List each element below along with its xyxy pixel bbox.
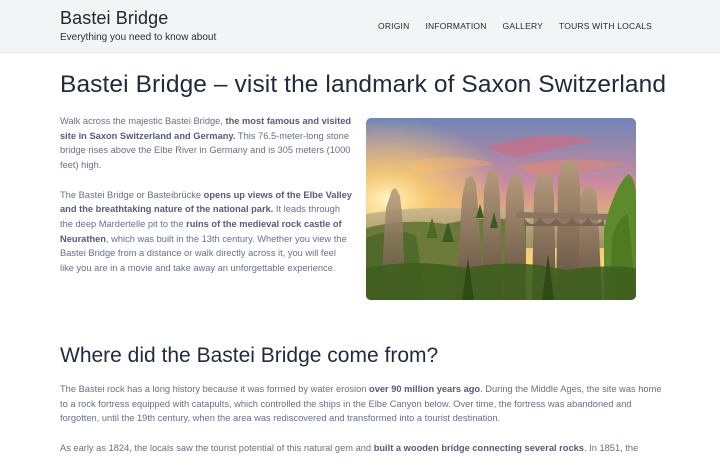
text-run: . In 1851, the bbox=[583, 442, 639, 453]
intro-paragraph-2: The Bastei Bridge or Basteibrücke opens … bbox=[60, 188, 352, 276]
intro-text: Walk across the majestic Bastei Bridge, … bbox=[60, 114, 352, 290]
page-title: Bastei Bridge – visit the landmark of Sa… bbox=[60, 71, 667, 98]
bastei-bridge-photo bbox=[366, 118, 636, 300]
nav-tours-with-locals[interactable]: TOURS WITH LOCALS bbox=[559, 21, 652, 31]
origin-text: The Bastei rock has a long history becau… bbox=[60, 382, 664, 470]
site-header: Bastei Bridge Everything you need to kno… bbox=[0, 0, 720, 53]
text-run: The Bastei rock has a long history becau… bbox=[60, 384, 370, 394]
site-title-link[interactable]: Bastei Bridge bbox=[60, 8, 168, 29]
intro-paragraph-1: Walk across the majestic Bastei Bridge, … bbox=[60, 114, 352, 173]
nav-information[interactable]: INFORMATION bbox=[425, 21, 486, 31]
site-tagline: Everything you need to know about bbox=[60, 32, 217, 43]
text-bold: built a wooden bridge connecting several… bbox=[373, 442, 584, 453]
text-run: The Bastei Bridge or Basteibrücke bbox=[60, 189, 204, 200]
text-run: Walk across the majestic Bastei Bridge, bbox=[60, 116, 226, 126]
section-heading-origin: Where did the Bastei Bridge come from? bbox=[60, 344, 439, 367]
nav-origin[interactable]: ORIGIN bbox=[378, 21, 409, 31]
text-run: As early as 1824, the locals saw the tou… bbox=[60, 442, 374, 453]
landscape-illustration bbox=[366, 118, 636, 300]
origin-paragraph-2: As early as 1824, the locals saw the tou… bbox=[60, 441, 664, 456]
main-nav: ORIGIN INFORMATION GALLERY TOURS WITH LO… bbox=[378, 21, 652, 31]
nav-gallery[interactable]: GALLERY bbox=[503, 21, 543, 31]
origin-paragraph-1: The Bastei rock has a long history becau… bbox=[60, 382, 664, 426]
text-bold: over 90 million years ago bbox=[369, 384, 481, 394]
